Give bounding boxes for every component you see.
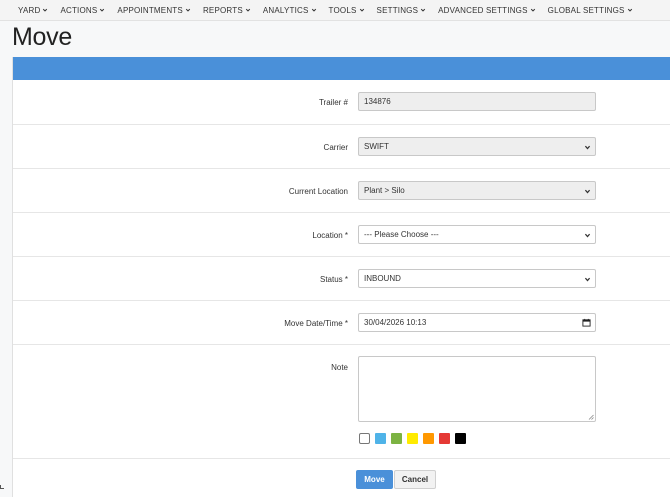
- color-swatch-green[interactable]: [391, 433, 402, 444]
- move-form-panel: Trailer # 134876 Carrier SWIFT Current L…: [12, 57, 670, 497]
- location-select[interactable]: --- Please Choose ---: [358, 225, 596, 244]
- current-location-select[interactable]: Plant > Silo: [358, 181, 596, 200]
- status-value: INBOUND: [364, 274, 401, 283]
- location-value: --- Please Choose ---: [364, 230, 439, 239]
- move-button[interactable]: Move: [356, 470, 393, 489]
- cancel-button[interactable]: Cancel: [394, 470, 436, 489]
- top-navbar: YARD ACTIONS APPOINTMENTS REPORTS ANALYT…: [0, 0, 670, 21]
- move-datetime-label: Move Date/Time *: [284, 319, 348, 328]
- color-swatch-white[interactable]: [359, 433, 370, 444]
- move-datetime-input[interactable]: 30/04/2026 10:13: [358, 313, 596, 332]
- location-row: Location * --- Please Choose ---: [13, 213, 670, 257]
- nav-tools-label: TOOLS: [329, 6, 357, 15]
- note-textarea[interactable]: [358, 356, 596, 422]
- nav-settings[interactable]: SETTINGS: [371, 6, 433, 15]
- nav-actions-label: ACTIONS: [60, 6, 97, 15]
- color-swatch-blue[interactable]: [375, 433, 386, 444]
- nav-settings-label: SETTINGS: [377, 6, 419, 15]
- current-location-label: Current Location: [289, 187, 348, 196]
- panel-header: [13, 57, 670, 80]
- status-row: Status * INBOUND: [13, 257, 670, 301]
- color-swatch-yellow[interactable]: [407, 433, 418, 444]
- note-row: Note: [13, 345, 670, 459]
- nav-advanced-settings[interactable]: ADVANCED SETTINGS: [432, 6, 542, 15]
- nav-global-settings-label: GLOBAL SETTINGS: [548, 6, 625, 15]
- trailer-value: 134876: [364, 97, 391, 106]
- chevron-down-icon: [359, 7, 365, 13]
- move-datetime-row: Move Date/Time * 30/04/2026 10:13: [13, 301, 670, 345]
- color-swatches: [359, 433, 471, 444]
- nav-analytics[interactable]: ANALYTICS: [257, 6, 323, 15]
- trailer-field[interactable]: 134876: [358, 92, 596, 111]
- chevron-down-icon: [245, 7, 251, 13]
- chevron-down-icon: [584, 232, 591, 239]
- page-title: Move: [12, 23, 72, 52]
- current-location-value: Plant > Silo: [364, 186, 405, 195]
- chevron-down-icon: [185, 7, 191, 13]
- status-label: Status *: [320, 275, 348, 284]
- carrier-label: Carrier: [324, 143, 348, 152]
- nav-reports[interactable]: REPORTS: [197, 6, 257, 15]
- nav-analytics-label: ANALYTICS: [263, 6, 309, 15]
- location-label: Location *: [312, 231, 348, 240]
- nav-reports-label: REPORTS: [203, 6, 243, 15]
- nav-global-settings[interactable]: GLOBAL SETTINGS: [542, 6, 639, 15]
- nav-appointments[interactable]: APPOINTMENTS: [111, 6, 197, 15]
- calendar-icon[interactable]: [582, 318, 591, 327]
- color-swatch-black[interactable]: [455, 433, 466, 444]
- chevron-down-icon: [584, 276, 591, 283]
- status-select[interactable]: INBOUND: [358, 269, 596, 288]
- color-swatch-red[interactable]: [439, 433, 450, 444]
- nav-appointments-label: APPOINTMENTS: [117, 6, 183, 15]
- color-swatch-orange[interactable]: [423, 433, 434, 444]
- chevron-down-icon: [627, 7, 633, 13]
- nav-yard-label: YARD: [18, 6, 40, 15]
- carrier-value: SWIFT: [364, 142, 389, 151]
- trailer-label: Trailer #: [319, 98, 348, 107]
- resize-handle-icon[interactable]: [588, 414, 594, 420]
- current-location-row: Current Location Plant > Silo: [13, 169, 670, 213]
- chevron-down-icon: [530, 7, 536, 13]
- chevron-down-icon: [420, 7, 426, 13]
- carrier-row: Carrier SWIFT: [13, 125, 670, 169]
- chevron-down-icon: [99, 7, 105, 13]
- trailer-row: Trailer # 134876: [13, 80, 670, 125]
- note-label: Note: [331, 363, 348, 372]
- move-datetime-value: 30/04/2026 10:13: [364, 318, 426, 327]
- chevron-down-icon: [42, 7, 48, 13]
- nav-actions[interactable]: ACTIONS: [54, 6, 111, 15]
- window-corner: [0, 485, 4, 489]
- chevron-down-icon: [584, 144, 591, 151]
- nav-yard[interactable]: YARD: [12, 6, 54, 15]
- chevron-down-icon: [584, 188, 591, 195]
- chevron-down-icon: [311, 7, 317, 13]
- carrier-select[interactable]: SWIFT: [358, 137, 596, 156]
- nav-tools[interactable]: TOOLS: [323, 6, 371, 15]
- nav-advanced-settings-label: ADVANCED SETTINGS: [438, 6, 528, 15]
